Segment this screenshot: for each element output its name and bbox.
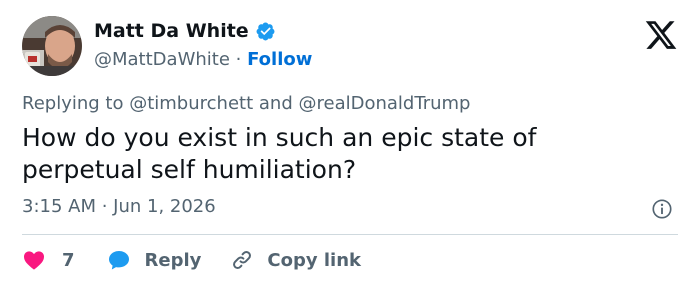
author-handle[interactable]: @MattDaWhite — [94, 49, 230, 70]
mention-link[interactable]: @timburchett — [129, 93, 253, 114]
tweet-text: How do you exist in such an epic state o… — [22, 122, 662, 186]
x-logo-icon[interactable] — [644, 18, 678, 52]
divider — [22, 234, 678, 235]
handle-row: @MattDaWhite · Follow — [94, 49, 312, 70]
copy-link-button[interactable]: Copy link — [230, 248, 361, 272]
heart-icon — [24, 251, 44, 270]
author-name-row[interactable]: Matt Da White — [94, 20, 276, 42]
handle-separator: · — [235, 49, 242, 70]
like-button[interactable]: 7 — [22, 248, 75, 272]
action-bar: 7 Reply Copy link — [22, 247, 361, 273]
replying-to-conjunction: and — [258, 93, 293, 114]
tweet-text-line: How do you exist in such an epic state o… — [22, 123, 537, 152]
like-count: 7 — [62, 249, 75, 271]
avatar-image — [22, 16, 82, 76]
info-icon[interactable] — [651, 198, 673, 220]
follow-button[interactable]: Follow — [247, 49, 312, 70]
author-name[interactable]: Matt Da White — [94, 20, 249, 42]
copy-link-label: Copy link — [267, 249, 361, 271]
reply-label: Reply — [144, 249, 202, 271]
tweet-timestamp[interactable]: 3:15 AM · Jun 1, 2026 — [22, 196, 216, 217]
link-icon — [233, 251, 252, 269]
reply-button[interactable]: Reply — [107, 248, 202, 272]
mention-link[interactable]: @realDonaldTrump — [299, 93, 471, 114]
replying-to-prefix: Replying to — [22, 93, 124, 114]
replying-to-line: Replying to @timburchett and @realDonald… — [22, 93, 470, 114]
avatar[interactable] — [22, 16, 82, 76]
tweet-text-line: perpetual self humiliation? — [22, 155, 357, 184]
speech-bubble-icon — [108, 251, 129, 270]
verified-badge-icon — [256, 22, 275, 40]
